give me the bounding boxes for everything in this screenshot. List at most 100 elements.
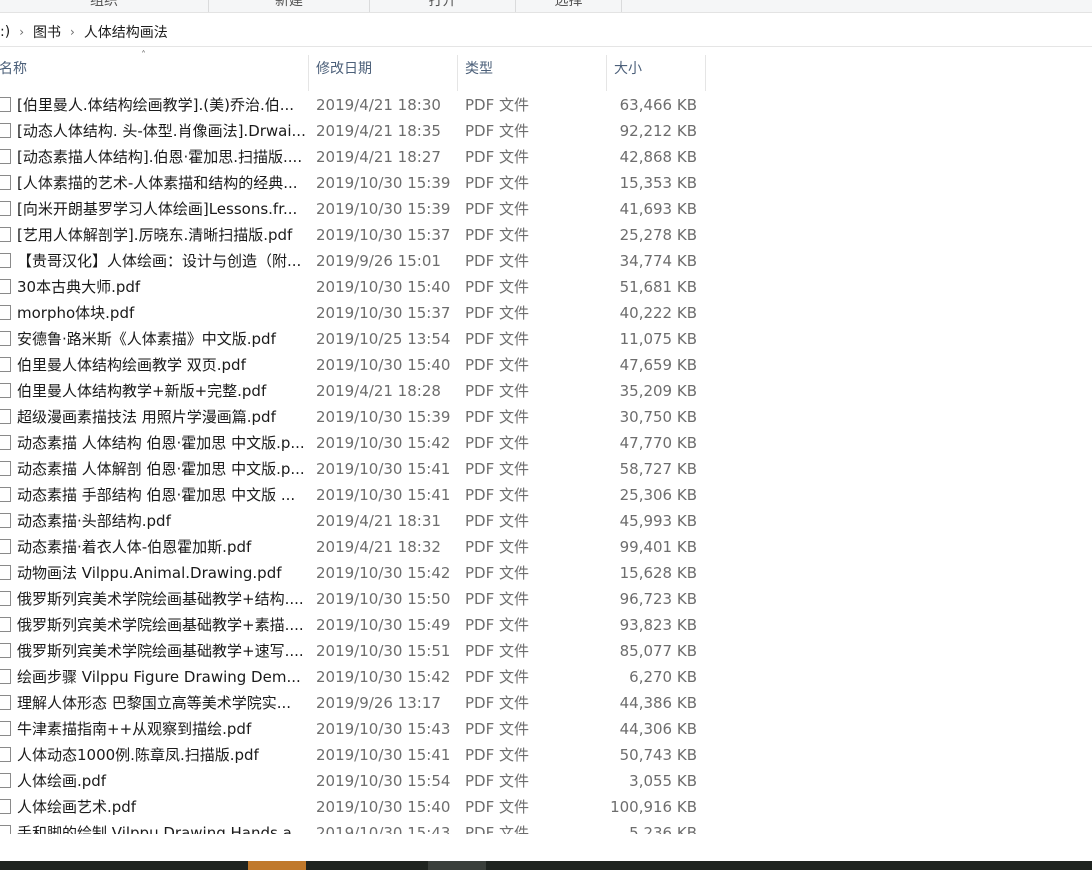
file-row[interactable]: 俄罗斯列宾美术学院绘画基础教学+速写.... 2019/10/30 15:51 PD… (0, 638, 1092, 664)
file-modified-date: 2019/10/30 15:39 (316, 408, 451, 426)
file-size: 25,306 KB (619, 486, 697, 504)
file-row[interactable]: 伯里曼人体结构教学+新版+完整.pdf 2019/4/21 18:28 PDF 文件… (0, 378, 1092, 404)
file-row[interactable]: 人体绘画.pdf 2019/10/30 15:54 PDF 文件 3,055 KB (0, 768, 1092, 794)
pdf-file-icon (0, 820, 14, 834)
file-size: 15,353 KB (619, 174, 697, 192)
file-modified-date: 2019/10/30 15:40 (316, 278, 451, 296)
file-modified-date: 2019/10/30 15:50 (316, 590, 451, 608)
column-divider[interactable] (705, 55, 706, 91)
file-row[interactable]: 动态素描·头部结构.pdf 2019/4/21 18:31 PDF 文件 45,993… (0, 508, 1092, 534)
breadcrumb-item-current-folder[interactable]: 人体结构画法 (84, 22, 168, 42)
file-type: PDF 文件 (465, 668, 529, 686)
file-modified-date: 2019/4/21 18:35 (316, 122, 441, 140)
pdf-file-icon (0, 560, 14, 586)
file-row[interactable]: [艺用人体解剖学].厉晓东.清晰扫描版.pdf 2019/10/30 15:37 P… (0, 222, 1092, 248)
file-modified-date: 2019/10/30 15:42 (316, 668, 451, 686)
pdf-file-icon (0, 118, 14, 144)
file-name: 【贵哥汉化】人体绘画：设计与创造（附... (17, 252, 302, 270)
file-name: 绘画步骤 Vilppu Figure Drawing Dem... (17, 668, 301, 686)
taskbar-app-highlight[interactable] (248, 861, 306, 870)
chevron-right-icon[interactable]: › (19, 25, 24, 39)
file-name: 动态素描·着衣人体-伯恩霍加斯.pdf (17, 538, 252, 556)
ribbon-group-organize: 组织 (0, 0, 209, 12)
file-modified-date: 2019/10/30 15:41 (316, 460, 451, 478)
file-row[interactable]: 安德鲁·路米斯《人体素描》中文版.pdf 2019/10/25 13:54 PDF … (0, 326, 1092, 352)
pdf-file-icon (0, 508, 14, 534)
file-size: 63,466 KB (619, 96, 697, 114)
file-row[interactable]: 手和脚的绘制 Vilppu.Drawing.Hands.a... 2019/10/… (0, 820, 1092, 834)
file-size: 50,743 KB (619, 746, 697, 764)
file-row[interactable]: 人体绘画艺术.pdf 2019/10/30 15:40 PDF 文件 100,916 … (0, 794, 1092, 820)
file-type: PDF 文件 (465, 330, 529, 348)
file-row[interactable]: 绘画步骤 Vilppu Figure Drawing Dem... 2019/10… (0, 664, 1092, 690)
file-name: 人体绘画.pdf (17, 772, 107, 790)
file-row[interactable]: [向米开朗基罗学习人体绘画]Lessons.fr... 2019/10/30 15… (0, 196, 1092, 222)
file-modified-date: 2019/10/30 15:43 (316, 824, 451, 834)
file-size: 44,306 KB (619, 720, 697, 738)
file-row[interactable]: 理解人体形态 巴黎国立高等美术学院实... 2019/9/26 13:17 PDF … (0, 690, 1092, 716)
file-row[interactable]: 动态素描 人体结构 伯恩·霍加思 中文版.p... 2019/10/30 15:4… (0, 430, 1092, 456)
file-size: 3,055 KB (629, 772, 697, 790)
column-header-date[interactable]: 修改日期 (308, 47, 457, 91)
file-modified-date: 2019/10/30 15:37 (316, 304, 451, 322)
column-header-type[interactable]: 类型 (457, 47, 606, 91)
file-type: PDF 文件 (465, 772, 529, 790)
file-type: PDF 文件 (465, 122, 529, 140)
file-size: 45,993 KB (619, 512, 697, 530)
file-name: 动态素描·头部结构.pdf (17, 512, 171, 530)
file-name: 伯里曼人体结构绘画教学 双页.pdf (17, 356, 246, 374)
file-name: 动态素描 手部结构 伯恩·霍加思 中文版 ... (17, 486, 296, 504)
file-row[interactable]: 伯里曼人体结构绘画教学 双页.pdf 2019/10/30 15:40 PDF 文件… (0, 352, 1092, 378)
file-size: 47,659 KB (619, 356, 697, 374)
pdf-file-icon (0, 404, 14, 430)
breadcrumb-item-books[interactable]: 图书 (33, 22, 61, 42)
file-row[interactable]: 人体动态1000例.陈章凤.扫描版.pdf 2019/10/30 15:41 PDF… (0, 742, 1092, 768)
column-header-size[interactable]: 大小 (606, 47, 705, 91)
file-row[interactable]: [动态素描人体结构].伯恩·霍加思.扫描版.... 2019/4/21 18:27… (0, 144, 1092, 170)
pdf-file-icon (0, 690, 14, 716)
file-list[interactable]: [伯里曼人.体结构绘画教学].(美)乔治.伯... 2019/4/21 18:30… (0, 92, 1092, 834)
file-row[interactable]: [人体素描的艺术-人体素描和结构的经典... 2019/10/30 15:39 PD… (0, 170, 1092, 196)
file-size: 85,077 KB (619, 642, 697, 660)
file-row[interactable]: 俄罗斯列宾美术学院绘画基础教学+结构.... 2019/10/30 15:50 PD… (0, 586, 1092, 612)
file-modified-date: 2019/10/30 15:49 (316, 616, 451, 634)
file-size: 42,868 KB (619, 148, 697, 166)
file-row[interactable]: 动态素描 人体解剖 伯恩·霍加思 中文版.p... 2019/10/30 15:4… (0, 456, 1092, 482)
chevron-right-icon[interactable]: › (70, 25, 75, 39)
file-type: PDF 文件 (465, 96, 529, 114)
taskbar (0, 861, 1092, 870)
pdf-file-icon (0, 742, 14, 768)
pdf-file-icon (0, 222, 14, 248)
pdf-file-icon (0, 482, 14, 508)
file-row[interactable]: [动态人体结构. 头-体型.肖像画法].Drwai... 2019/4/21 18… (0, 118, 1092, 144)
taskbar-app[interactable] (428, 861, 486, 870)
breadcrumb-drive[interactable]: :) (0, 24, 10, 40)
column-header-row: 名称 修改日期 类型 大小 (0, 47, 1092, 91)
file-type: PDF 文件 (465, 512, 529, 530)
file-size: 44,386 KB (619, 694, 697, 712)
file-modified-date: 2019/4/21 18:31 (316, 512, 441, 530)
file-row[interactable]: 【贵哥汉化】人体绘画：设计与创造（附... 2019/9/26 15:01 PDF … (0, 248, 1092, 274)
file-type: PDF 文件 (465, 434, 529, 452)
breadcrumb[interactable]: :) › 图书 › 人体结构画法 (0, 17, 1092, 47)
ribbon-group-new: 新建 (209, 0, 370, 12)
file-type: PDF 文件 (465, 486, 529, 504)
file-row[interactable]: 动态素描 手部结构 伯恩·霍加思 中文版 ... 2019/10/30 15:41… (0, 482, 1092, 508)
file-size: 47,770 KB (619, 434, 697, 452)
column-header-name[interactable]: 名称 (0, 47, 309, 91)
file-row[interactable]: 动态素描·着衣人体-伯恩霍加斯.pdf 2019/4/21 18:32 PDF 文件… (0, 534, 1092, 560)
file-row[interactable]: 超级漫画素描技法 用照片学漫画篇.pdf 2019/10/30 15:39 PDF … (0, 404, 1092, 430)
file-name: [艺用人体解剖学].厉晓东.清晰扫描版.pdf (17, 226, 293, 244)
file-row[interactable]: 动物画法 Vilppu.Animal.Drawing.pdf 2019/10/30… (0, 560, 1092, 586)
file-size: 15,628 KB (619, 564, 697, 582)
file-modified-date: 2019/10/30 15:39 (316, 174, 451, 192)
file-name: 俄罗斯列宾美术学院绘画基础教学+素描.... (17, 616, 304, 634)
file-row[interactable]: 30本古典大师.pdf 2019/10/30 15:40 PDF 文件 51,681 … (0, 274, 1092, 300)
file-row[interactable]: 俄罗斯列宾美术学院绘画基础教学+素描.... 2019/10/30 15:49 PD… (0, 612, 1092, 638)
file-type: PDF 文件 (465, 304, 529, 322)
file-modified-date: 2019/4/21 18:28 (316, 382, 441, 400)
file-size: 35,209 KB (619, 382, 697, 400)
file-row[interactable]: 牛津素描指南++从观察到描绘.pdf 2019/10/30 15:43 PDF 文件… (0, 716, 1092, 742)
file-row[interactable]: [伯里曼人.体结构绘画教学].(美)乔治.伯... 2019/4/21 18:30… (0, 92, 1092, 118)
file-row[interactable]: morpho体块.pdf 2019/10/30 15:37 PDF 文件 40,222… (0, 300, 1092, 326)
